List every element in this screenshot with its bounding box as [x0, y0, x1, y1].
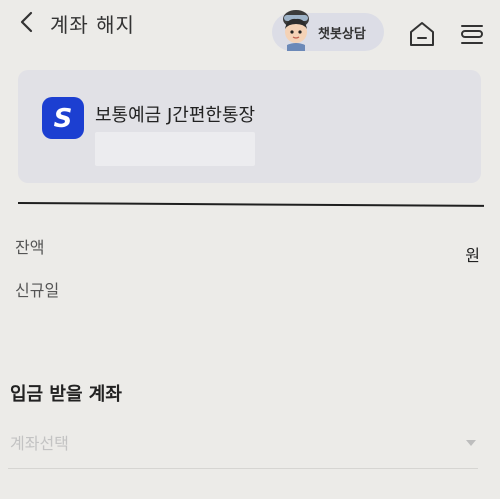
account-number — [95, 132, 255, 166]
back-button[interactable] — [14, 8, 38, 36]
balance-unit: 원 — [465, 246, 480, 265]
chevron-left-icon — [20, 11, 33, 33]
menu-button[interactable] — [456, 18, 488, 50]
app-header: 계좌 해지 챗봇상담 — [0, 0, 500, 60]
account-card: S 보통예금 J간편한통장 — [18, 70, 481, 183]
page-title: 계좌 해지 — [50, 13, 135, 37]
balance-row: 잔액 원 — [15, 234, 485, 265]
balance-label: 잔액 — [15, 238, 45, 257]
deposit-account-select[interactable]: 계좌선택 — [8, 420, 478, 469]
divider — [17, 202, 484, 207]
deposit-section-title: 입금 받을 계좌 — [10, 384, 122, 405]
open-date-row: 신규일 — [15, 277, 485, 301]
open-date-label: 신규일 — [15, 281, 60, 300]
menu-icon — [461, 25, 483, 44]
account-name: 보통예금 J간편한통장 — [95, 105, 256, 126]
home-button[interactable] — [406, 18, 438, 50]
home-icon — [410, 22, 434, 46]
deposit-account-placeholder: 계좌선택 — [10, 434, 69, 453]
chatbot-avatar-icon — [283, 10, 309, 51]
chatbot-label: 챗봇상담 — [318, 27, 366, 42]
bank-logo-letter: S — [54, 104, 73, 133]
chatbot-button[interactable]: 챗봇상담 — [272, 10, 384, 51]
bank-logo-icon: S — [42, 97, 84, 139]
caret-down-icon — [466, 440, 476, 446]
